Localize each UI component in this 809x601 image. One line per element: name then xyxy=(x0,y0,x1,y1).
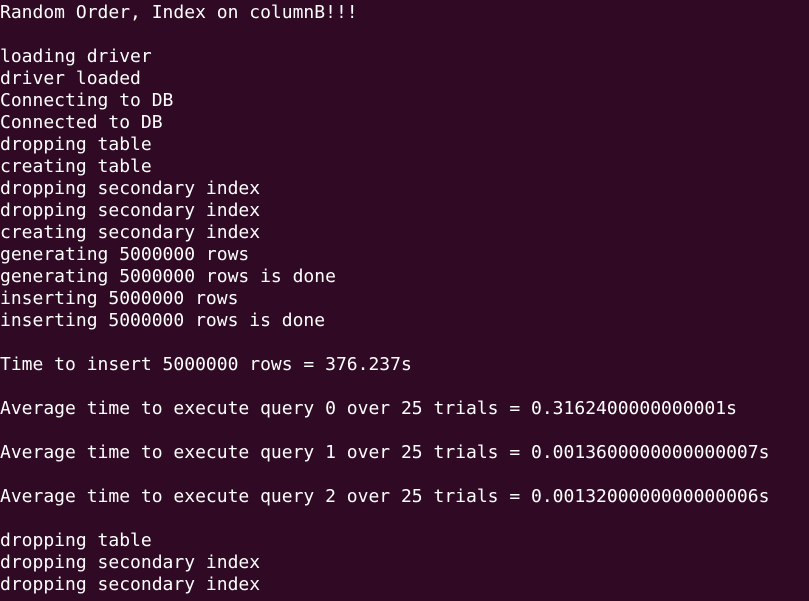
terminal-line: inserting 5000000 rows is done xyxy=(0,310,326,331)
terminal-line: Time to insert 5000000 rows = 376.237s xyxy=(0,354,412,375)
terminal-line: creating table xyxy=(0,156,152,177)
terminal-line: creating secondary index xyxy=(0,222,261,243)
terminal-line: Connecting to DB xyxy=(0,90,174,111)
terminal-line: dropping table xyxy=(0,530,152,551)
terminal-line: Average time to execute query 1 over 25 … xyxy=(0,442,770,463)
terminal-line: loading driver xyxy=(0,46,152,67)
terminal-line: inserting 5000000 rows xyxy=(0,288,239,309)
terminal-line: Random Order, Index on columnB!!! xyxy=(0,2,358,23)
terminal-line: Connected to DB xyxy=(0,112,163,133)
terminal-line: dropping secondary index xyxy=(0,200,261,221)
terminal-line: driver loaded xyxy=(0,68,141,89)
terminal-line: dropping table xyxy=(0,134,152,155)
terminal-line: generating 5000000 rows xyxy=(0,244,250,265)
terminal-line: generating 5000000 rows is done xyxy=(0,266,336,287)
terminal-line: dropping secondary index xyxy=(0,574,261,595)
terminal-line: Average time to execute query 0 over 25 … xyxy=(0,398,737,419)
terminal-window[interactable]: Random Order, Index on columnB!!! loadin… xyxy=(0,0,809,601)
terminal-line: dropping secondary index xyxy=(0,178,261,199)
terminal-line: dropping secondary index xyxy=(0,552,261,573)
terminal-line: Average time to execute query 2 over 25 … xyxy=(0,486,770,507)
